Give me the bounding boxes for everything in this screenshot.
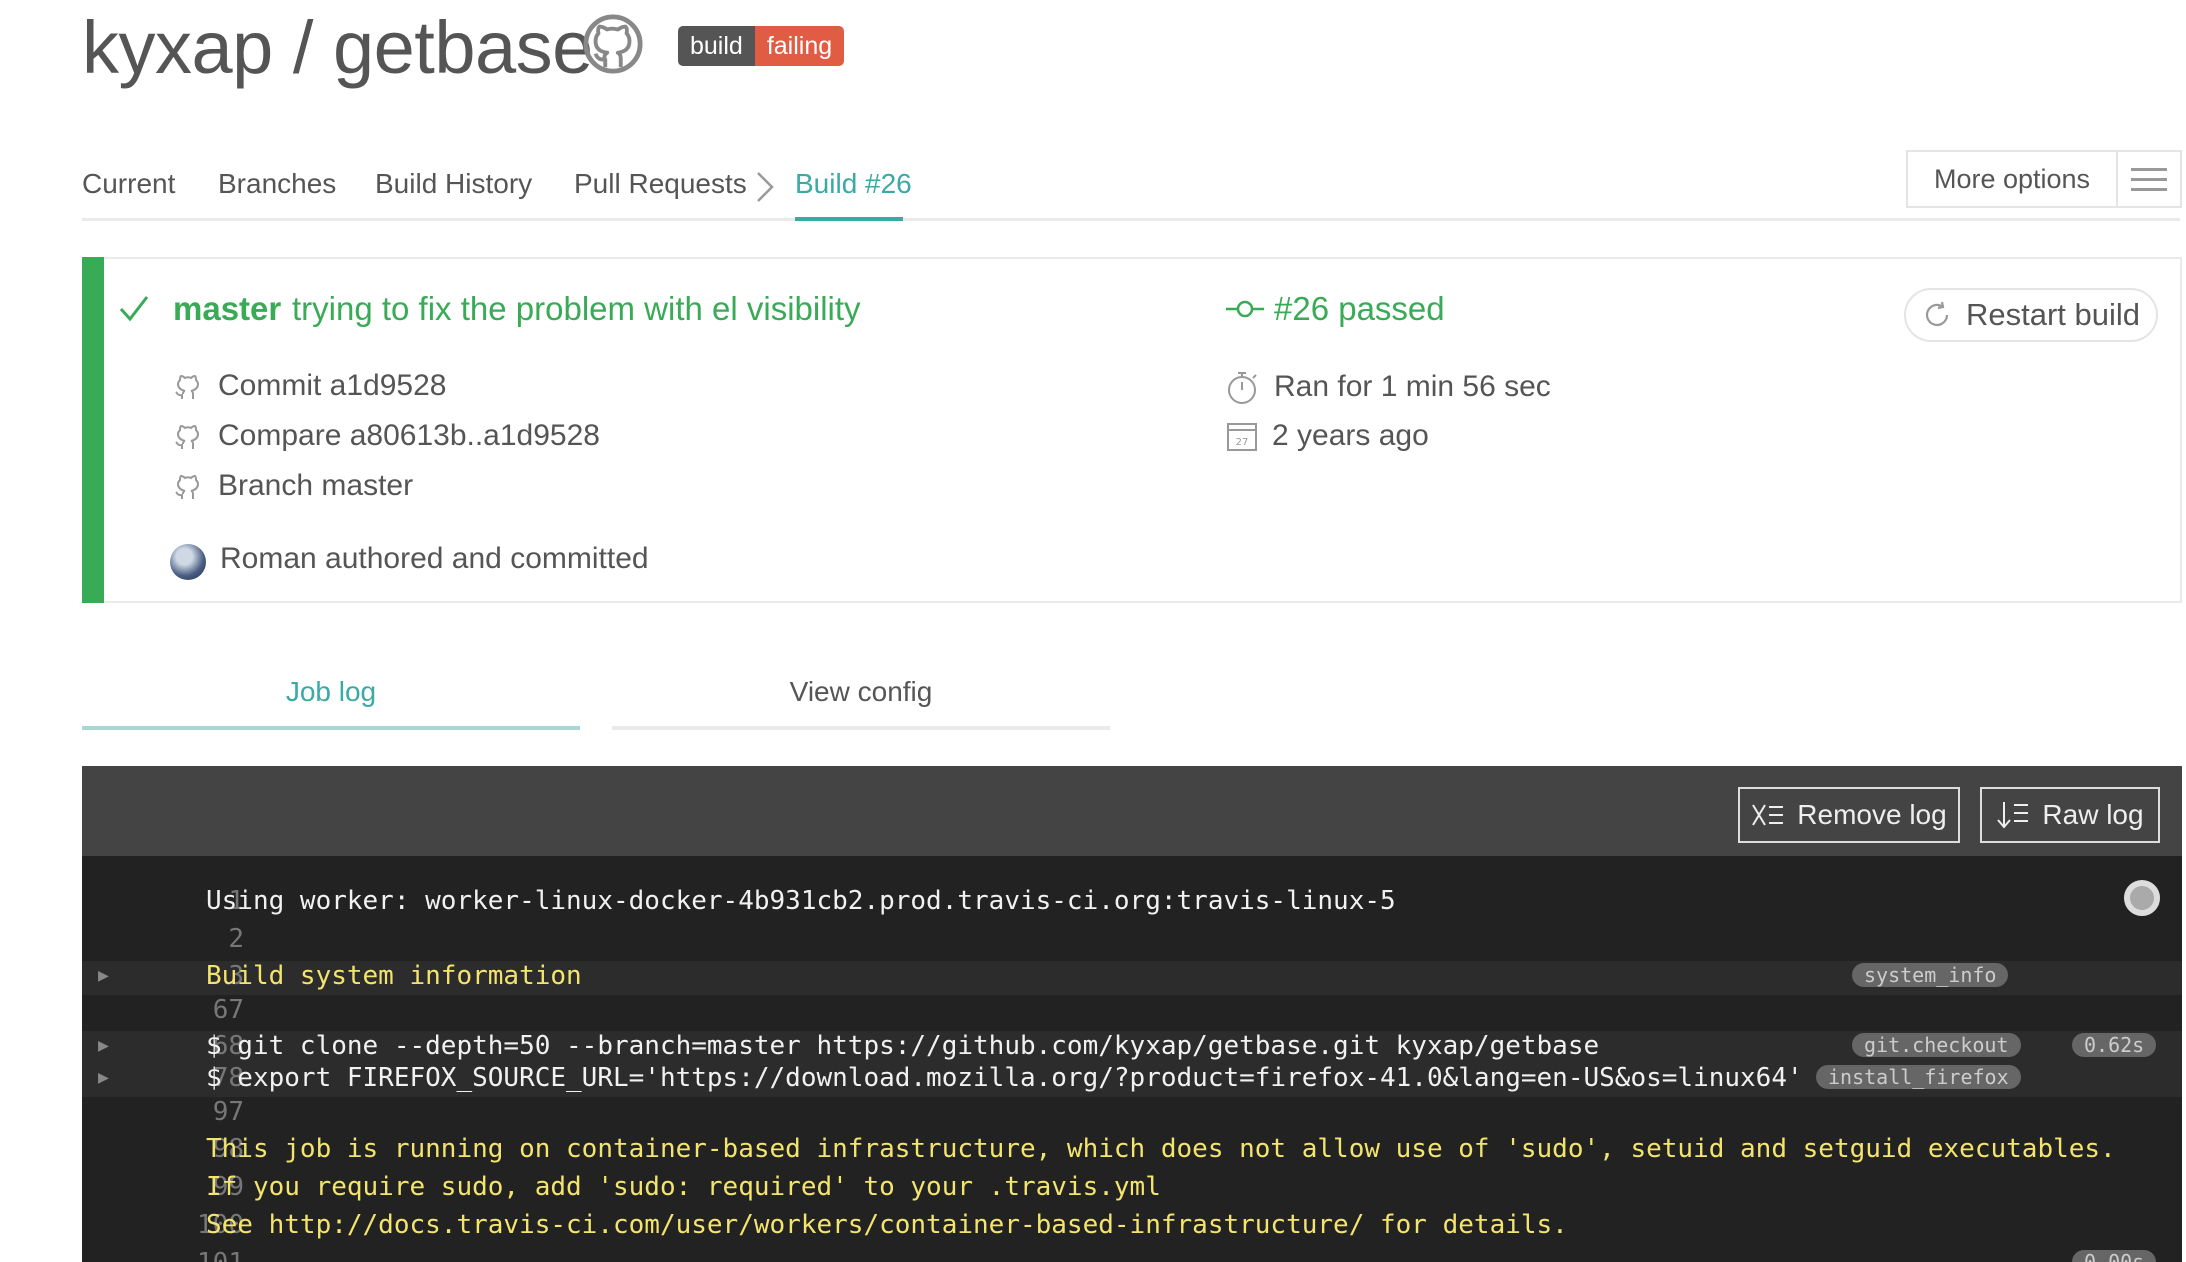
- remove-log-label: Remove log: [1797, 799, 1947, 830]
- tab-branches[interactable]: Branches: [218, 168, 336, 200]
- compare-label: Compare a80613b..a1d9528: [218, 419, 600, 452]
- raw-log-icon: [1997, 802, 2029, 829]
- branch-link[interactable]: Branch master: [172, 469, 413, 503]
- github-icon: [175, 474, 200, 499]
- stopwatch-icon: [1228, 372, 1257, 404]
- github-icon: [175, 424, 200, 449]
- build-duration: Ran for 1 min 56 sec: [1226, 369, 1551, 405]
- log-fold[interactable]: ▶ 78 $ export FIREFOX_SOURCE_URL='https:…: [82, 1063, 2182, 1097]
- fold-duration: 0.00s: [2072, 1250, 2157, 1262]
- fold-triangle-icon[interactable]: ▶: [98, 1067, 109, 1088]
- badge-status: failing: [754, 26, 845, 66]
- log-text: $ git clone --depth=50 --branch=master h…: [206, 1031, 1600, 1061]
- tab-build-history[interactable]: Build History: [375, 168, 532, 200]
- active-tab-indicator: [795, 217, 903, 221]
- duration-label: Ran for 1 min 56 sec: [1274, 370, 1551, 403]
- log-line: 67: [82, 995, 2182, 1029]
- check-icon: [119, 296, 149, 322]
- log-fold[interactable]: ▶ 3 Build system information system_info: [82, 961, 2182, 995]
- tab-view-config[interactable]: View config: [612, 676, 1110, 708]
- log-line: 101 0.00s: [82, 1248, 2182, 1262]
- branch-name[interactable]: master: [173, 290, 281, 328]
- calendar-day: 27: [1236, 437, 1249, 448]
- tab-build-26[interactable]: Build #26: [795, 168, 912, 200]
- line-number[interactable]: 97: [144, 1097, 244, 1127]
- more-options-label: More options: [1908, 152, 2118, 206]
- badge-label: build: [678, 26, 755, 66]
- log-line: 100 See http://docs.travis-ci.com/user/w…: [82, 1210, 2182, 1244]
- build-status-bar: [82, 257, 104, 603]
- fold-triangle-icon[interactable]: ▶: [98, 1035, 109, 1056]
- log-line: 2: [82, 924, 2182, 958]
- date-label: 2 years ago: [1272, 419, 1429, 452]
- job-log-tab-underline: [82, 726, 580, 730]
- commit-message: trying to fix the problem with el visibi…: [292, 290, 861, 327]
- tab-pull-requests[interactable]: Pull Requests: [574, 168, 747, 200]
- build-status-text: #26 passed: [1274, 290, 1445, 327]
- remove-log-button[interactable]: Remove log: [1738, 787, 1960, 843]
- restart-icon: [1925, 301, 1949, 327]
- build-status[interactable]: #26 passed: [1226, 290, 1445, 328]
- fold-triangle-icon[interactable]: ▶: [98, 965, 109, 986]
- github-icon[interactable]: [582, 13, 644, 75]
- branch-label: Branch master: [218, 469, 414, 502]
- log-line: 99 If you require sudo, add 'sudo: requi…: [82, 1172, 2182, 1206]
- avatar: [170, 544, 206, 580]
- log-text: Build system information: [206, 961, 582, 991]
- repo-title: kyxap / getbase: [82, 6, 593, 89]
- chevron-right-icon: [757, 172, 774, 202]
- line-number[interactable]: 67: [144, 995, 244, 1025]
- log-text: Using worker: worker-linux-docker-4b931c…: [206, 886, 1396, 916]
- log-text: This job is running on container-based i…: [206, 1134, 2116, 1164]
- nav-divider: [82, 218, 2180, 221]
- fold-tag: system_info: [1852, 963, 2009, 987]
- calendar-icon: 27: [1227, 423, 1257, 451]
- line-number[interactable]: 101: [144, 1248, 244, 1262]
- log-text: If you require sudo, add 'sudo: required…: [206, 1172, 1161, 1202]
- restart-build-label: Restart build: [1965, 297, 2141, 332]
- tab-job-log[interactable]: Job log: [82, 676, 580, 708]
- log-text: See http://docs.travis-ci.com/user/worke…: [206, 1210, 1568, 1240]
- commit-link[interactable]: Commit a1d9528: [172, 369, 446, 403]
- build-status-badge[interactable]: build failing: [678, 26, 845, 66]
- raw-log-button[interactable]: Raw log: [1980, 787, 2160, 843]
- compare-link[interactable]: Compare a80613b..a1d9528: [172, 419, 600, 453]
- log-line: 1 Using worker: worker-linux-docker-4b93…: [82, 886, 2182, 920]
- remove-log-icon: [1752, 804, 1784, 826]
- more-options-button[interactable]: More options: [1906, 150, 2182, 208]
- log-fold[interactable]: ▶ 68 $ git clone --depth=50 --branch=mas…: [82, 1031, 2182, 1065]
- commit-label: Commit a1d9528: [218, 369, 447, 402]
- tab-current[interactable]: Current: [82, 168, 175, 200]
- build-date: 27 2 years ago: [1226, 419, 1429, 453]
- fold-duration: 0.62s: [2072, 1033, 2157, 1057]
- author-line: Roman authored and committed: [220, 542, 649, 576]
- github-icon: [175, 374, 200, 399]
- fold-tag: git.checkout: [1852, 1033, 2021, 1057]
- fold-tag: install_firefox: [1816, 1065, 2021, 1089]
- raw-log-label: Raw log: [2042, 799, 2144, 830]
- hamburger-menu-icon[interactable]: [2118, 152, 2180, 206]
- line-number[interactable]: 2: [144, 924, 244, 954]
- author-label: Roman authored and committed: [220, 542, 649, 575]
- log-line: 97: [82, 1097, 2182, 1131]
- restart-build-button[interactable]: Restart build: [1904, 288, 2158, 342]
- commit-node-icon: [1226, 300, 1264, 318]
- log-text: $ export FIREFOX_SOURCE_URL='https://dow…: [206, 1063, 1803, 1093]
- log-line: 98 This job is running on container-base…: [82, 1134, 2182, 1168]
- view-config-tab-underline: [612, 726, 1110, 730]
